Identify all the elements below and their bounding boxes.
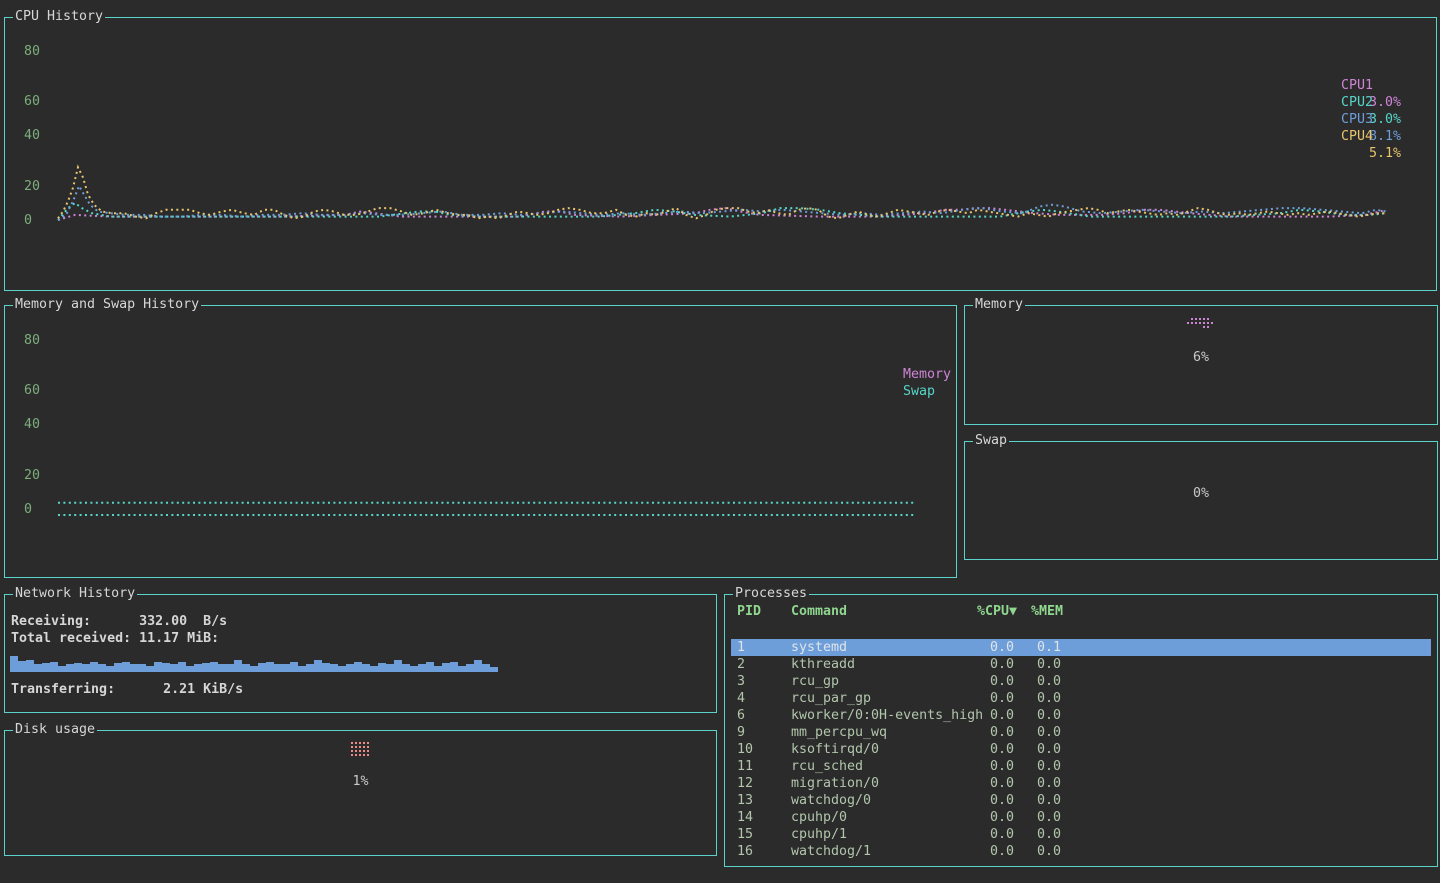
cpu-history-panel: CPU History 80 60 40 20 0 CPU1 3.0% CPU2…: [4, 17, 1437, 291]
process-cell-cpu: 0.0: [925, 707, 1014, 724]
column-header-mem[interactable]: %MEM: [1031, 603, 1063, 620]
process-row[interactable]: 9 mm_percpu_wq 0.0 0.0: [725, 724, 1437, 741]
process-cell-cmd: migration/0: [791, 775, 879, 792]
process-row[interactable]: 10 ksoftirqd/0 0.0 0.0: [725, 741, 1437, 758]
memory-legend: Memory: [871, 349, 951, 366]
process-row[interactable]: 15 cpuhp/1 0.0 0.0: [725, 826, 1437, 843]
process-cell-cpu: 0.0: [925, 741, 1014, 758]
process-cell-mem: 0.0: [1025, 741, 1061, 758]
column-header-command[interactable]: Command: [791, 603, 847, 620]
process-cell-pid: 12: [737, 775, 753, 792]
column-header-pid[interactable]: PID: [737, 603, 761, 620]
process-cell-cmd: rcu_sched: [791, 758, 863, 775]
process-cell-pid: 1: [737, 639, 745, 656]
process-cell-cpu: 0.0: [925, 843, 1014, 860]
system-monitor-app: { "colors": { "background": "#2b2b2b", "…: [0, 0, 1440, 883]
process-cell-mem: 0.0: [1025, 673, 1061, 690]
process-cell-mem: 0.0: [1025, 656, 1061, 673]
network-transferring-text: Transferring: 2.21 KiB/s: [11, 681, 243, 698]
process-cell-cmd: mm_percpu_wq: [791, 724, 887, 741]
process-row[interactable]: 16 watchdog/1 0.0 0.0: [725, 843, 1437, 860]
process-row[interactable]: 4 rcu_par_gp 0.0 0.0: [725, 690, 1437, 707]
memory-swap-history-panel: Memory and Swap History 80 60 40 20 0 Me…: [4, 305, 957, 578]
disk-usage-panel: Disk usage 1%: [4, 730, 717, 856]
process-cell-cmd: rcu_par_gp: [791, 690, 871, 707]
process-cell-pid: 15: [737, 826, 753, 843]
column-header-cpu-sort[interactable]: %CPU▼: [925, 603, 1017, 620]
process-cell-cpu: 0.0: [925, 809, 1014, 826]
swap-gauge-value: 0%: [965, 485, 1437, 502]
process-cell-mem: 0.0: [1025, 792, 1061, 809]
disk-usage-value: 1%: [5, 773, 716, 790]
process-cell-mem: 0.0: [1025, 775, 1061, 792]
process-cell-mem: 0.0: [1025, 843, 1061, 860]
process-cell-pid: 2: [737, 656, 745, 673]
process-cell-pid: 10: [737, 741, 753, 758]
process-cell-pid: 4: [737, 690, 745, 707]
memory-donut-icon: [1187, 318, 1215, 334]
cpu4-legend-label: CPU4: [1341, 129, 1373, 144]
process-cell-pid: 6: [737, 707, 745, 724]
swap-legend-label: Swap: [903, 384, 935, 399]
process-row[interactable]: 6kworker/0:0H-events_high0.00.0: [725, 707, 1437, 724]
cpu1-legend: CPU1 3.0%: [1309, 60, 1373, 77]
process-cell-mem: 0.0: [1025, 724, 1061, 741]
process-cell-cpu: 0.0: [925, 758, 1014, 775]
process-row[interactable]: 2 kthreadd 0.0 0.0: [725, 656, 1437, 673]
process-cell-cpu: 0.0: [925, 724, 1014, 741]
process-row[interactable]: 13 watchdog/0 0.0 0.0: [725, 792, 1437, 809]
disk-donut-icon: [351, 742, 371, 762]
process-row[interactable]: 3 rcu_gp 0.0 0.0: [725, 673, 1437, 690]
cpu2-legend: CPU2 3.0%: [1309, 77, 1373, 94]
process-cell-pid: 14: [737, 809, 753, 826]
cpu3-legend: CPU3 8.1%: [1309, 94, 1373, 111]
process-cell-pid: 16: [737, 843, 753, 860]
process-cell-cmd: systemd: [791, 639, 847, 656]
process-row[interactable]: 14 cpuhp/0 0.0 0.0: [725, 809, 1437, 826]
process-row[interactable]: 12 migration/0 0.0 0.0: [725, 775, 1437, 792]
disk-usage-title: Disk usage: [13, 722, 97, 738]
process-table-body: 1systemd0.00.12kthreadd0.00.03rcu_gp0.00…: [725, 639, 1437, 860]
process-cell-mem: 0.0: [1025, 826, 1061, 843]
process-cell-mem: 0.0: [1025, 809, 1061, 826]
process-cell-cpu: 0.0: [925, 775, 1014, 792]
process-row[interactable]: 11 rcu_sched 0.0 0.0: [725, 758, 1437, 775]
process-cell-cpu: 0.0: [925, 656, 1014, 673]
network-history-panel: Network History Receiving: 332.00 B/s To…: [4, 594, 717, 713]
cpu-history-chart: [5, 18, 1436, 290]
processes-panel: Processes PID Command %CPU▼ %MEM 1system…: [724, 594, 1438, 867]
swap-gauge-panel: Swap 0%: [964, 441, 1438, 560]
process-cell-pid: 13: [737, 792, 753, 809]
process-cell-cpu: 0.0: [925, 639, 1014, 656]
process-cell-cpu: 0.0: [925, 792, 1014, 809]
memory-gauge-value: 6%: [965, 349, 1437, 366]
memory-swap-chart: [5, 306, 956, 577]
cpu4-legend: CPU4 5.1%: [1309, 111, 1373, 128]
process-cell-pid: 11: [737, 758, 753, 775]
process-cell-cmd: watchdog/1: [791, 843, 871, 860]
process-cell-pid: 9: [737, 724, 745, 741]
process-cell-pid: 3: [737, 673, 745, 690]
memory-gauge-panel: Memory 6%: [964, 305, 1438, 425]
process-cell-cmd: rcu_gp: [791, 673, 839, 690]
process-cell-cmd: kthreadd: [791, 656, 855, 673]
process-cell-cpu: 0.0: [925, 673, 1014, 690]
process-cell-cmd: cpuhp/1: [791, 826, 847, 843]
processes-title: Processes: [733, 586, 809, 602]
process-cell-cpu: 0.0: [925, 826, 1014, 843]
process-cell-mem: 0.0: [1025, 758, 1061, 775]
process-cell-cmd: ksoftirqd/0: [791, 741, 879, 758]
swap-legend: Swap: [871, 366, 935, 383]
process-cell-cmd: watchdog/0: [791, 792, 871, 809]
process-cell-mem: 0.0: [1025, 707, 1061, 724]
cpu4-legend-value: 5.1%: [1345, 145, 1401, 162]
swap-gauge-title: Swap: [973, 433, 1009, 449]
process-cell-mem: 0.1: [1025, 639, 1061, 656]
process-cell-cpu: 0.0: [925, 690, 1014, 707]
process-cell-cmd: cpuhp/0: [791, 809, 847, 826]
memory-gauge-title: Memory: [973, 297, 1025, 313]
process-row[interactable]: 1 systemd 0.0 0.1: [731, 639, 1431, 656]
process-cell-mem: 0.0: [1025, 690, 1061, 707]
